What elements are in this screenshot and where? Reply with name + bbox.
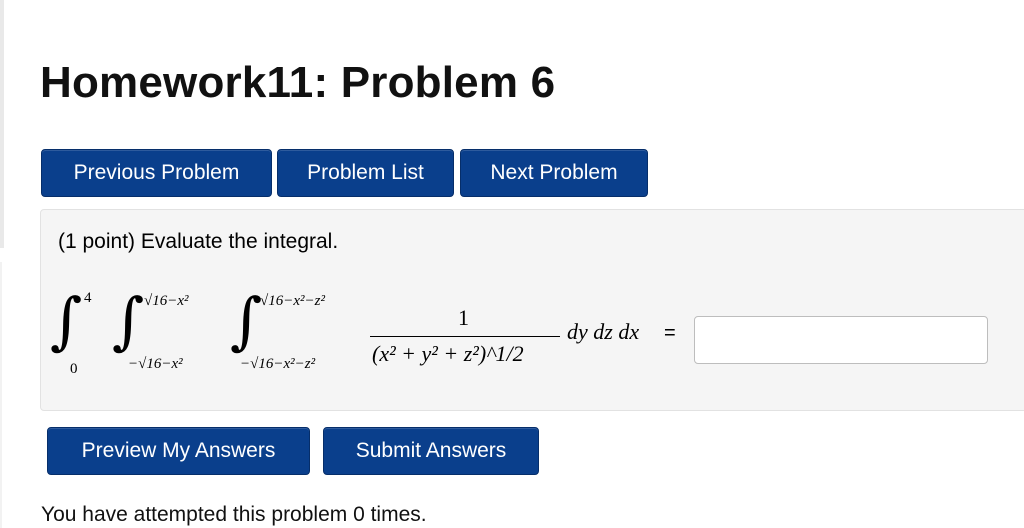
outer-upper-limit: 4	[84, 290, 92, 306]
fraction-bar	[370, 336, 560, 337]
fraction-denominator: (x² + y² + z²)^1/2	[372, 341, 524, 366]
outer-integral-sign: ∫	[50, 284, 83, 357]
inner-lower-limit: −√16−x²−z²	[240, 356, 316, 372]
attempt-status: You have attempted this problem 0 times.	[41, 503, 427, 526]
problem-prompt: Evaluate the integral.	[140, 230, 339, 253]
middle-lower-limit: −√16−x²	[128, 356, 183, 372]
problem-statement: (1 point) Evaluate the integral.	[58, 230, 338, 254]
left-edge-rule	[0, 0, 4, 248]
answer-input[interactable]	[694, 316, 988, 364]
middle-upper-limit: √16−x²	[144, 293, 189, 309]
equals-sign: =	[664, 322, 676, 344]
middle-integral-sign: ∫	[112, 284, 145, 357]
problem-points: (1 point)	[58, 230, 136, 253]
page-title: Homework11: Problem 6	[40, 58, 556, 107]
inner-integral-sign: ∫	[230, 284, 263, 357]
next-problem-button[interactable]: Next Problem	[460, 149, 648, 197]
outer-lower-limit: 0	[70, 361, 78, 377]
preview-answers-button[interactable]: Preview My Answers	[47, 427, 310, 475]
previous-problem-button[interactable]: Previous Problem	[41, 149, 272, 197]
inner-upper-limit: √16−x²−z²	[260, 293, 325, 309]
fraction-numerator: 1	[458, 305, 469, 330]
differentials: dy dz dx	[567, 319, 640, 344]
problem-list-button[interactable]: Problem List	[277, 149, 454, 197]
left-edge-rule-lower	[0, 262, 2, 528]
submit-answers-button[interactable]: Submit Answers	[323, 427, 539, 475]
